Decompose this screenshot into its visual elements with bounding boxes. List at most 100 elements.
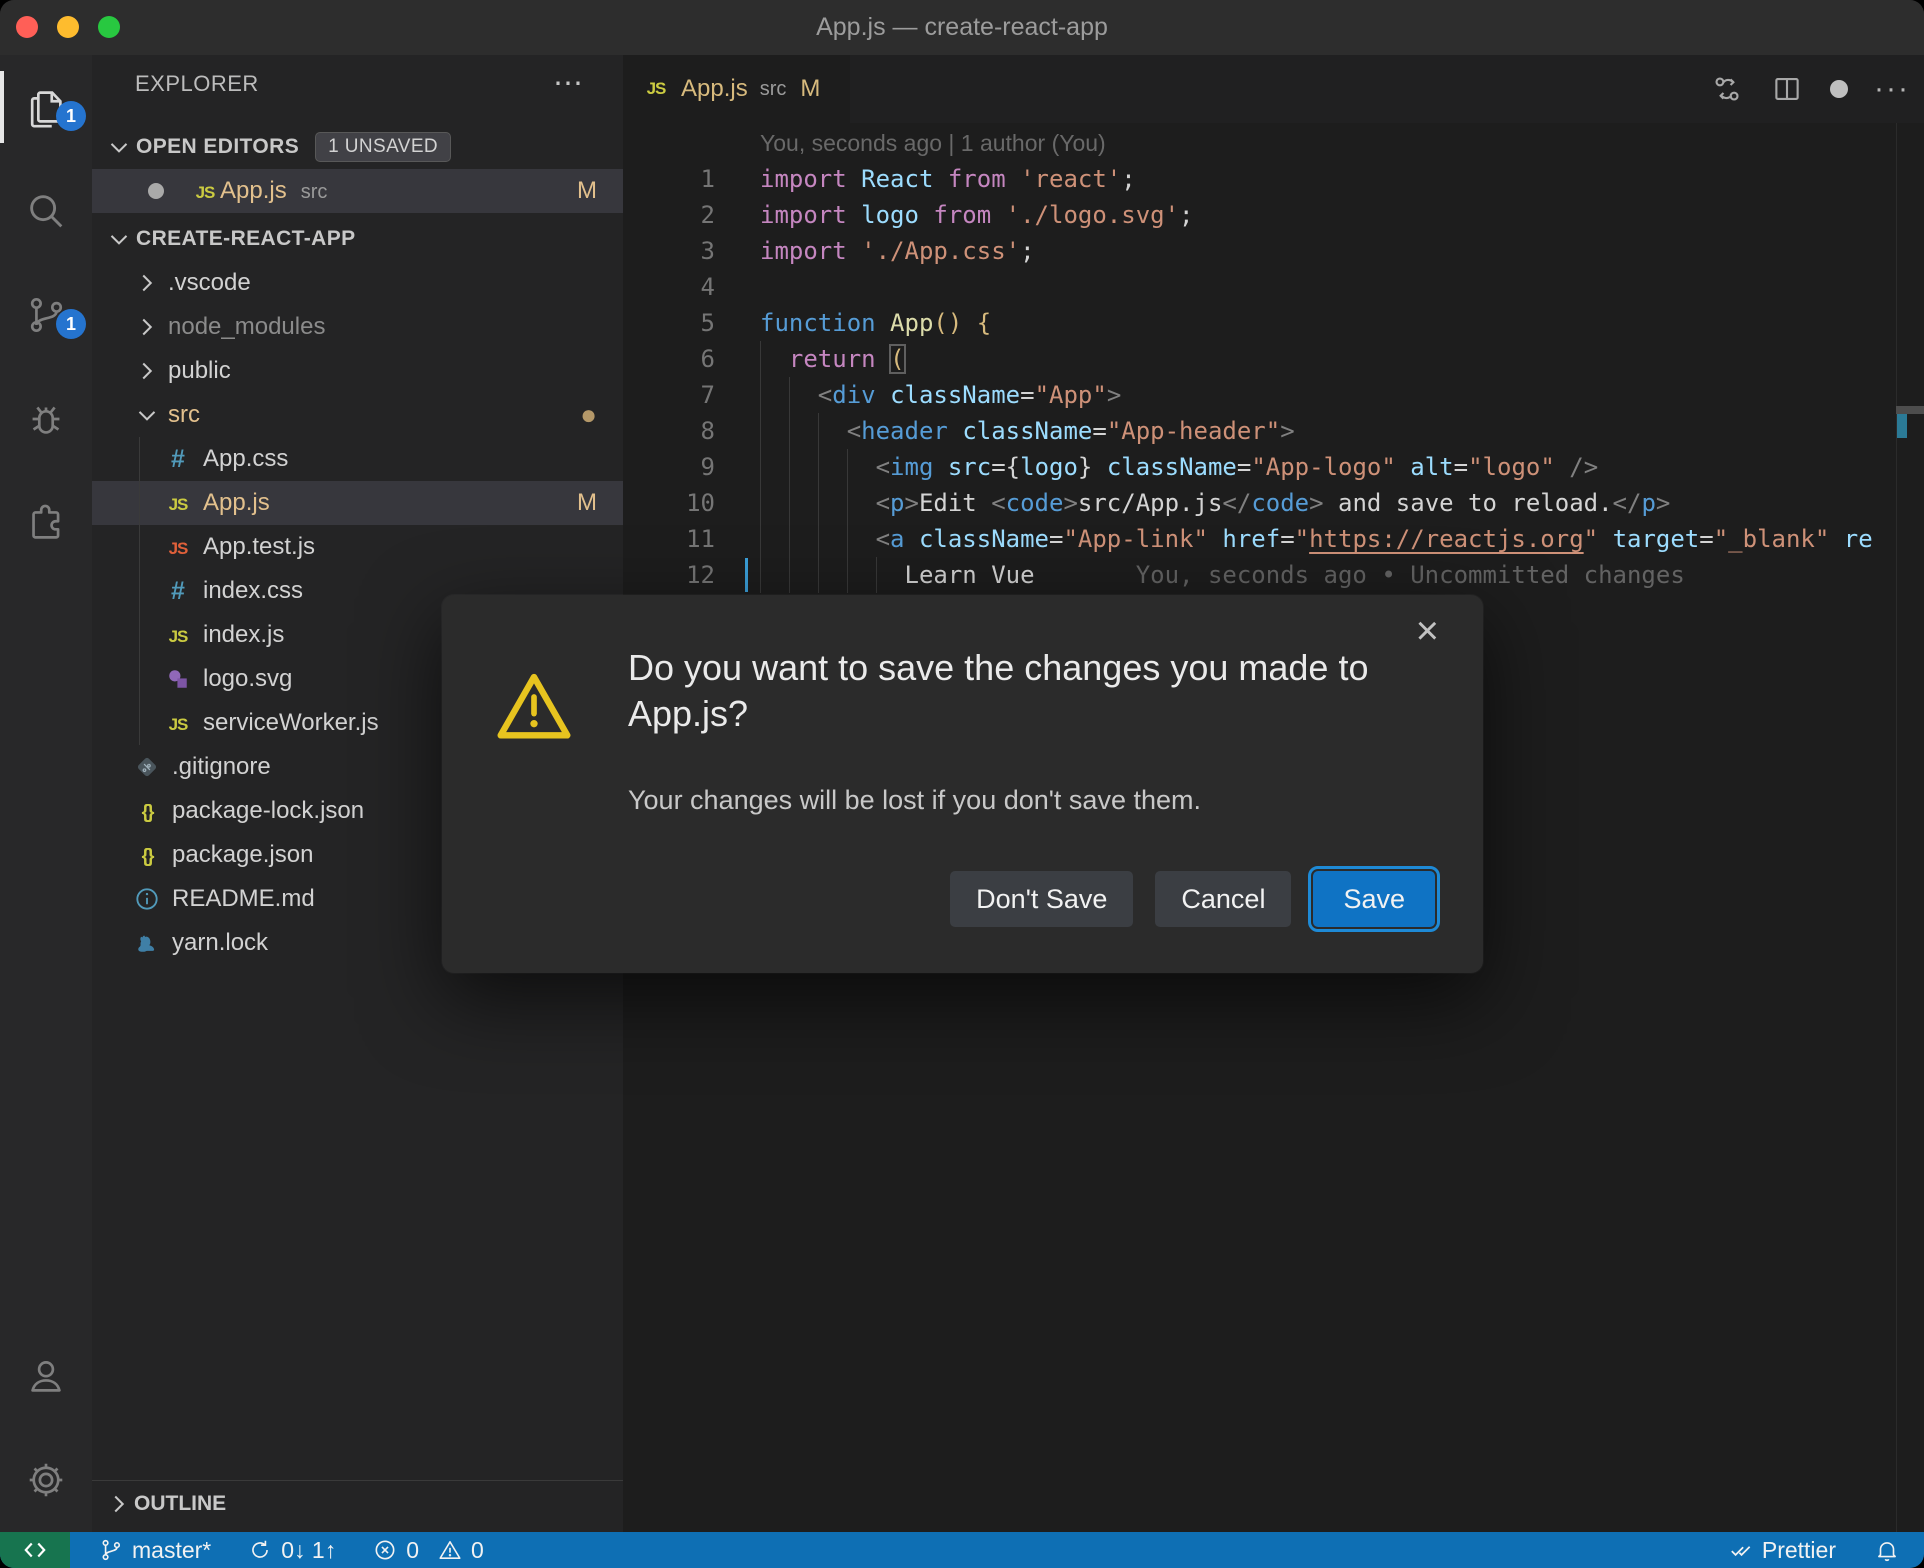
count-badge: 1 (56, 101, 86, 131)
open-changes-icon[interactable] (1710, 72, 1744, 106)
title-bar: App.js — create-react-app (0, 0, 1924, 55)
tree-item-App.css[interactable]: # App.css (92, 437, 623, 481)
git-modified-badge: M (577, 177, 597, 204)
open-editor-item-App.js[interactable]: JS App.js src M (92, 169, 623, 213)
modified-dot-icon: ● (580, 399, 597, 430)
activity-bar-account-icon[interactable] (0, 1324, 92, 1428)
chevron-right-icon (132, 268, 162, 298)
branch-icon (102, 1539, 121, 1561)
sync-changes-status[interactable]: 0↓ 1↑ (247, 1537, 336, 1564)
tree-item-.vscode[interactable]: .vscode (92, 261, 623, 305)
file-type-icon (132, 885, 162, 914)
code-line-12[interactable]: 12 Learn Vue You, seconds ago • Uncommit… (623, 557, 1924, 593)
tree-item-src[interactable]: src ● (92, 393, 623, 437)
code-line-8[interactable]: 8 <header className="App-header"> (623, 413, 1924, 449)
scrollbar-slider[interactable] (1896, 406, 1924, 414)
file-type-icon: # (171, 576, 185, 605)
dialog-message: Your changes will be lost if you don't s… (628, 785, 1201, 815)
code-line-6[interactable]: 6 return ( (623, 341, 1924, 377)
indent-guide (139, 481, 140, 525)
js-file-icon: JS (646, 79, 667, 98)
code-line-2[interactable]: 2 import logo from './logo.svg'; (623, 197, 1924, 233)
warning-triangle-icon (497, 673, 571, 739)
double-check-icon (1731, 1546, 1751, 1557)
project-section-header[interactable]: CREATE-REACT-APP (92, 217, 623, 261)
text-cursor (745, 558, 748, 592)
activity-bar-search-icon[interactable] (0, 159, 92, 263)
code-line-7[interactable]: 7 <div className="App"> (623, 377, 1924, 413)
tree-item-node_modules[interactable]: node_modules (92, 305, 623, 349)
file-type-icon (132, 753, 162, 782)
code-line-11[interactable]: 11 <a className="App-link" href="https:/… (623, 521, 1924, 557)
chevron-right-icon (132, 356, 162, 386)
gitlens-blame-header: You, seconds ago | 1 author (You) (760, 130, 1106, 156)
problems-status[interactable]: 0 0 (372, 1537, 484, 1564)
indent-guide (139, 657, 140, 701)
errors-icon (375, 1540, 395, 1560)
file-type-icon: JS (168, 627, 189, 646)
unsaved-count-badge: 1 UNSAVED (315, 132, 452, 162)
indent-guide (139, 525, 140, 569)
activity-bar-files-icon[interactable]: 1 (0, 55, 92, 159)
code-line-4[interactable]: 4 (623, 269, 1924, 305)
split-editor-icon[interactable] (1770, 72, 1804, 106)
code-line-1[interactable]: 1 import React from 'react'; (623, 161, 1924, 197)
explorer-title: EXPLORER (135, 71, 259, 96)
chevron-down-icon (132, 400, 162, 430)
file-type-icon: JS (168, 495, 189, 514)
count-badge: 1 (56, 309, 86, 339)
unsaved-dot-icon[interactable] (1830, 80, 1849, 98)
indent-guide (139, 613, 140, 657)
git-branch-status[interactable]: master* (98, 1537, 211, 1564)
file-type-icon: {} (141, 802, 155, 823)
dialog-title: Do you want to save the changes you made… (628, 647, 1369, 734)
file-type-icon: JS (168, 539, 189, 558)
indent-guide (139, 701, 140, 745)
save-changes-dialog: × Do you want to save the changes you ma… (442, 595, 1483, 973)
editor-tab-bar: JS App.js src M ··· (623, 55, 1924, 123)
activity-bar-extensions-icon[interactable] (0, 471, 92, 575)
tree-item-public[interactable]: public (92, 349, 623, 393)
tree-item-App.test.js[interactable]: JS App.test.js (92, 525, 623, 569)
indent-guide (139, 569, 140, 613)
explorer-more-actions-icon[interactable]: ⋯ (553, 69, 583, 99)
notifications-bell-icon[interactable] (1874, 1537, 1900, 1563)
file-type-icon (163, 665, 193, 694)
formatter-status[interactable]: Prettier (1728, 1537, 1836, 1564)
tree-item-App.js[interactable]: JS App.js M (92, 481, 623, 525)
open-editors-section-header[interactable]: OPEN EDITORS 1 UNSAVED (92, 125, 623, 169)
code-line-9[interactable]: 9 <img src={logo} className="App-logo" a… (623, 449, 1924, 485)
chevron-right-icon (104, 1489, 134, 1519)
warnings-icon (439, 1541, 461, 1559)
remote-window-indicator[interactable] (0, 1532, 70, 1568)
file-type-icon: JS (195, 183, 216, 202)
activity-bar-source-control-icon[interactable]: 1 (0, 263, 92, 367)
more-actions-icon[interactable]: ··· (1874, 72, 1910, 106)
file-type-icon: JS (168, 715, 189, 734)
dont-save-button[interactable]: Don't Save (950, 871, 1134, 927)
outline-section-header[interactable]: OUTLINE (92, 1480, 623, 1526)
git-modified-badge: M (800, 75, 821, 102)
tab-app-js[interactable]: JS App.js src M (623, 55, 851, 123)
window-title: App.js — create-react-app (816, 13, 1108, 41)
git-modified-badge: M (577, 489, 597, 516)
activity-bar-settings-gear-icon[interactable] (0, 1428, 92, 1532)
vscode-window: App.js — create-react-app 11 EXPLORER ⋯ … (0, 0, 1924, 1568)
save-button[interactable]: Save (1308, 866, 1440, 932)
chevron-down-icon (104, 132, 134, 162)
cancel-button[interactable]: Cancel (1155, 871, 1292, 927)
status-bar: master* 0↓ 1↑ 0 0 Prettier (0, 1532, 1924, 1568)
sync-icon (252, 1540, 269, 1558)
modified-region-marker (1897, 414, 1907, 438)
indent-guide (139, 437, 140, 481)
chevron-right-icon (132, 312, 162, 342)
file-type-icon: # (171, 444, 185, 473)
code-line-3[interactable]: 3 import './App.css'; (623, 233, 1924, 269)
remote-icon (24, 1542, 46, 1558)
file-type-icon (132, 929, 162, 958)
overview-ruler[interactable] (1896, 123, 1924, 1532)
code-line-10[interactable]: 10 <p>Edit <code>src/App.js</code> and s… (623, 485, 1924, 521)
activity-bar-debug-icon[interactable] (0, 367, 92, 471)
dirty-indicator-icon[interactable] (148, 183, 164, 199)
code-line-5[interactable]: 5 function App() { (623, 305, 1924, 341)
